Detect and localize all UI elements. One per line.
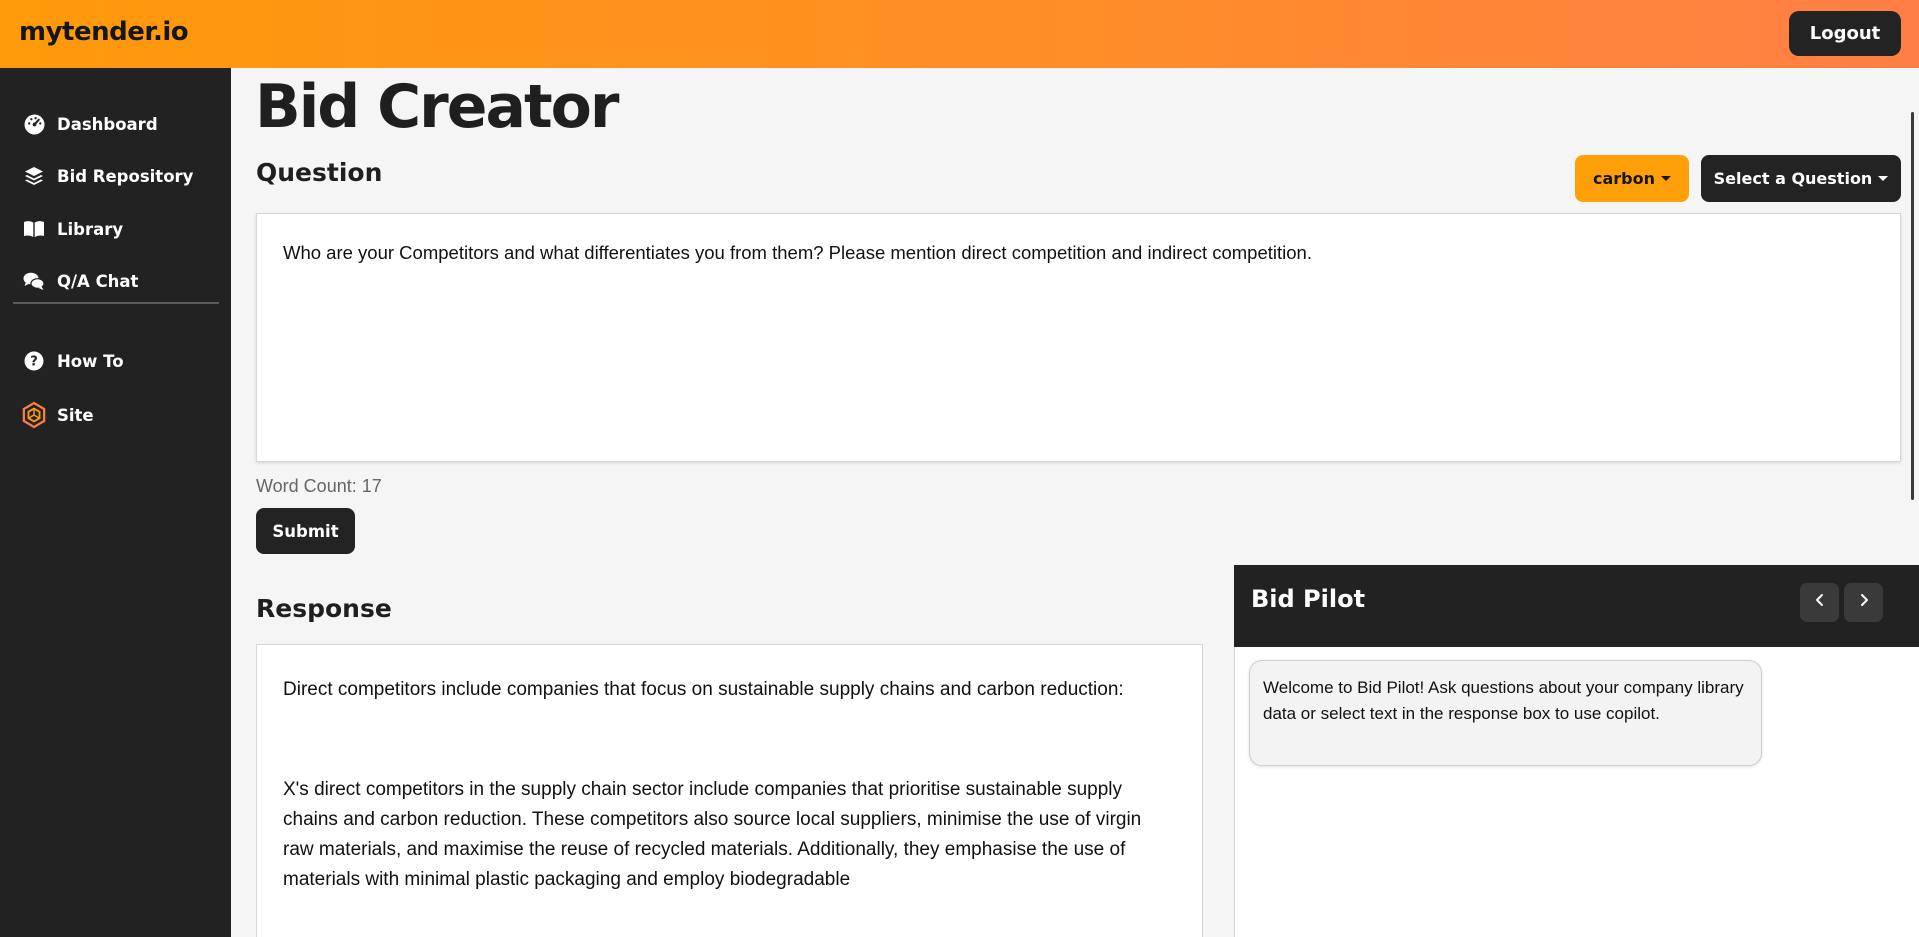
submit-button[interactable]: Submit: [256, 508, 355, 554]
bid-pilot-title: Bid Pilot: [1251, 585, 1366, 613]
sidebar-item-how-to[interactable]: ? How To: [22, 347, 124, 375]
logout-button[interactable]: Logout: [1789, 11, 1901, 56]
sidebar-item-label: Q/A Chat: [57, 271, 139, 291]
site-logo-icon: [22, 401, 46, 429]
bid-pilot-chat-area: Welcome to Bid Pilot! Ask questions abou…: [1234, 647, 1919, 937]
book-icon: [22, 217, 46, 241]
response-paragraph: X's direct competitors in the supply cha…: [283, 779, 1142, 890]
folder-dropdown[interactable]: carbon: [1575, 155, 1689, 202]
sidebar: Dashboard Bid Repository Library Q/A Cha…: [0, 68, 231, 937]
chat-icon: [22, 269, 46, 293]
sidebar-item-site[interactable]: Site: [22, 401, 94, 429]
sidebar-item-label: Site: [57, 405, 94, 425]
bid-pilot-next-button[interactable]: [1844, 583, 1883, 622]
sidebar-divider: [13, 302, 219, 304]
select-question-dropdown[interactable]: Select a Question: [1701, 155, 1901, 202]
folder-dropdown-label: carbon: [1592, 169, 1655, 188]
sidebar-item-bid-repository[interactable]: Bid Repository: [22, 162, 193, 190]
sidebar-item-library[interactable]: Library: [22, 215, 123, 243]
brand-logo[interactable]: mytender.io: [19, 17, 189, 47]
question-text: Who are your Competitors and what differ…: [283, 242, 1312, 263]
sidebar-item-label: How To: [57, 351, 124, 371]
bid-pilot-header: Bid Pilot: [1234, 565, 1919, 647]
chevron-down-icon: [1878, 176, 1889, 181]
select-question-label: Select a Question: [1713, 169, 1873, 188]
response-editor[interactable]: Direct competitors include companies tha…: [256, 644, 1203, 937]
page-title: Bid Creator: [255, 72, 619, 142]
dashboard-gauge-icon: [22, 112, 46, 136]
layers-icon: [22, 164, 46, 188]
bid-pilot-welcome-message: Welcome to Bid Pilot! Ask questions abou…: [1249, 660, 1762, 766]
sidebar-item-dashboard[interactable]: Dashboard: [22, 110, 158, 138]
top-header: mytender.io Logout: [0, 0, 1919, 68]
sidebar-item-label: Library: [57, 219, 124, 239]
word-count: Word Count: 17: [256, 476, 382, 496]
response-paragraph: Direct competitors include companies tha…: [283, 679, 1124, 700]
question-heading: Question: [256, 158, 383, 187]
question-circle-icon: ?: [22, 349, 46, 373]
chevron-right-icon: [1858, 593, 1870, 612]
page-scrollbar[interactable]: [1911, 112, 1914, 500]
response-heading: Response: [256, 594, 392, 623]
chevron-down-icon: [1661, 176, 1671, 181]
bid-pilot-prev-button[interactable]: [1800, 583, 1839, 622]
question-input[interactable]: Who are your Competitors and what differ…: [256, 213, 1901, 462]
sidebar-item-qa-chat[interactable]: Q/A Chat: [22, 267, 138, 295]
svg-text:?: ?: [30, 355, 38, 370]
sidebar-item-label: Bid Repository: [57, 166, 194, 186]
sidebar-item-label: Dashboard: [57, 114, 158, 134]
chevron-left-icon: [1814, 593, 1826, 612]
